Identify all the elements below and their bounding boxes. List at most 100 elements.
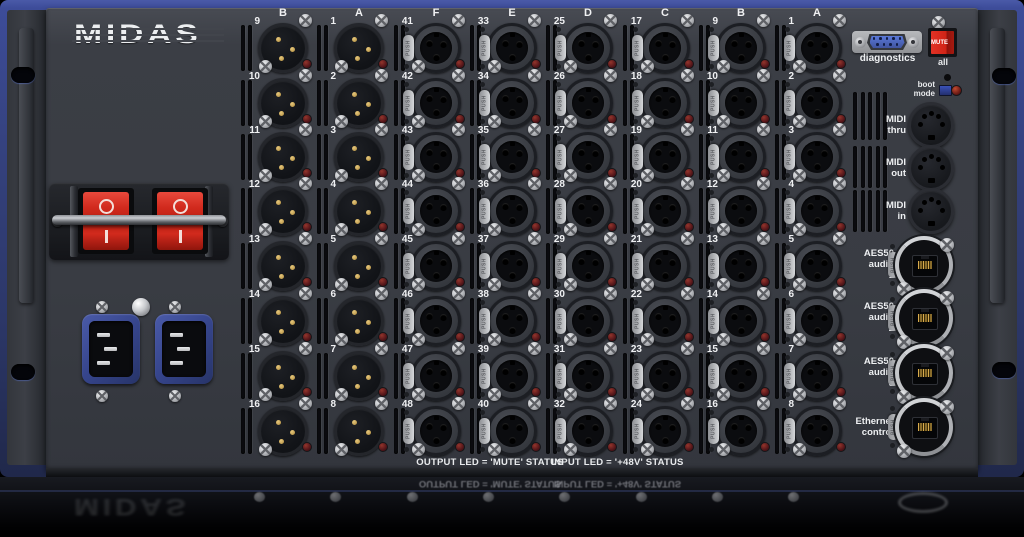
xlr-pin <box>279 274 284 279</box>
xlr-push-tab[interactable]: PUSH <box>784 308 795 334</box>
xlr-key-notch <box>815 33 820 37</box>
xlr-push-tab[interactable]: PUSH <box>479 144 490 170</box>
xlr-push-tab[interactable]: PUSH <box>555 253 566 279</box>
xlr-push-tab[interactable]: PUSH <box>403 90 414 116</box>
xlr-socket-face <box>725 32 757 64</box>
mute-all-button[interactable]: MUTE <box>931 31 954 54</box>
xlr-push-tab[interactable]: PUSH <box>632 363 643 389</box>
xlr-push-tab[interactable]: PUSH <box>632 308 643 334</box>
xlr-push-tab[interactable]: PUSH <box>708 35 719 61</box>
xlr-push-tab[interactable]: PUSH <box>708 198 719 224</box>
xlr-push-tab[interactable]: PUSH <box>403 144 414 170</box>
xlr-push-tab[interactable]: PUSH <box>632 418 643 444</box>
panel-screw <box>641 333 654 346</box>
xlr-push-tab[interactable]: PUSH <box>555 198 566 224</box>
xlr-push-tab[interactable]: PUSH <box>708 253 719 279</box>
tab-mount-hole <box>785 355 790 360</box>
vent-slot <box>699 80 703 126</box>
xlr-pin-hole <box>807 149 814 156</box>
xlr-push-tab[interactable]: PUSH <box>784 253 795 279</box>
xlr-number-label: 16 <box>234 399 260 410</box>
xlr-push-tab[interactable]: PUSH <box>784 90 795 116</box>
xlr-push-tab[interactable]: PUSH <box>632 90 643 116</box>
xlr-pin-hole <box>807 258 814 265</box>
xlr-push-tab[interactable]: PUSH <box>479 35 490 61</box>
vent-slot <box>470 134 474 180</box>
din-pin-hole <box>940 165 945 170</box>
xlr-push-tab[interactable]: PUSH <box>403 308 414 334</box>
xlr-push-tab[interactable]: PUSH <box>708 363 719 389</box>
reflection-screw <box>712 492 723 502</box>
xlr-pin-hole <box>662 272 669 279</box>
xlr-push-tab[interactable]: PUSH <box>555 35 566 61</box>
xlr-number-label: 34 <box>463 71 489 82</box>
xlr-push-tab[interactable]: PUSH <box>403 35 414 61</box>
xlr-push-tab[interactable]: PUSH <box>708 418 719 444</box>
xlr-push-tab[interactable]: PUSH <box>479 253 490 279</box>
xlr-push-tab[interactable]: PUSH <box>555 144 566 170</box>
tab-mount-hole <box>709 82 714 87</box>
tab-mount-hole <box>633 190 638 195</box>
xlr-push-tab[interactable]: PUSH <box>479 363 490 389</box>
xlr-push-tab[interactable]: PUSH <box>784 35 795 61</box>
xlr-push-tab[interactable]: PUSH <box>403 198 414 224</box>
xlr-push-tab[interactable]: PUSH <box>555 418 566 444</box>
tab-mount-hole <box>633 355 638 360</box>
iec-power-inlet-2[interactable] <box>155 314 213 384</box>
xlr-push-tab[interactable]: PUSH <box>784 144 795 170</box>
midi-din-jack[interactable] <box>908 188 954 234</box>
xlr-pin-hole <box>738 109 745 116</box>
xlr-socket-face <box>649 360 681 392</box>
xlr-push-tab[interactable]: PUSH <box>708 144 719 170</box>
recessed-reset-hole[interactable] <box>944 74 951 81</box>
xlr-push-tab[interactable]: PUSH <box>555 308 566 334</box>
xlr-push-tab[interactable]: PUSH <box>403 363 414 389</box>
midas-rear-panel: MIDAS diagnostics <box>0 0 1024 537</box>
xlr-pin-hole <box>516 96 523 103</box>
panel-screw <box>940 238 954 252</box>
xlr-push-tab[interactable]: PUSH <box>555 363 566 389</box>
xlr-push-tab[interactable]: PUSH <box>479 90 490 116</box>
xlr-push-tab[interactable]: PUSH <box>784 418 795 444</box>
panel-screw <box>375 14 388 27</box>
xlr-key-notch <box>739 88 744 92</box>
xlr-push-tab[interactable]: PUSH <box>479 418 490 444</box>
xlr-push-tab[interactable]: PUSH <box>479 198 490 224</box>
xlr-pin-hole <box>807 40 814 47</box>
midi-din-jack[interactable] <box>908 145 954 191</box>
xlr-push-tab[interactable]: PUSH <box>632 253 643 279</box>
tab-mount-hole <box>404 245 409 250</box>
midi-din-jack[interactable] <box>908 102 954 148</box>
xlr-push-tab[interactable]: PUSH <box>632 144 643 170</box>
xlr-socket-face <box>649 32 681 64</box>
panel-screw <box>641 60 654 73</box>
xlr-push-tab[interactable]: PUSH <box>479 308 490 334</box>
tab-mount-hole <box>480 64 485 69</box>
phantom-status-led <box>531 387 541 397</box>
power-on-half[interactable] <box>157 223 203 250</box>
xlr-pin-hole <box>502 313 509 320</box>
vent-slot <box>317 25 321 71</box>
xlr-pin-hole <box>578 149 585 156</box>
xlr-number-label: 31 <box>539 344 565 355</box>
xlr-key-notch <box>434 251 439 255</box>
xlr-push-tab[interactable]: PUSH <box>403 253 414 279</box>
xlr-push-tab[interactable]: PUSH <box>403 418 414 444</box>
xlr-push-tab[interactable]: PUSH <box>708 90 719 116</box>
phantom-status-led <box>607 277 617 287</box>
tab-mount-hole <box>404 27 409 32</box>
xlr-push-tab[interactable]: PUSH <box>632 198 643 224</box>
xlr-push-tab[interactable]: PUSH <box>784 363 795 389</box>
tab-mount-hole <box>633 136 638 141</box>
xlr-pin <box>352 365 357 370</box>
power-on-half[interactable] <box>83 223 129 250</box>
network-port-label: AES50 audio 3 <box>846 356 894 390</box>
panel-screw <box>375 342 388 355</box>
iec-power-inlet-1[interactable] <box>82 314 140 384</box>
xlr-push-tab[interactable]: PUSH <box>784 198 795 224</box>
panel-screw <box>412 115 425 128</box>
xlr-push-tab[interactable]: PUSH <box>555 90 566 116</box>
xlr-push-tab[interactable]: PUSH <box>632 35 643 61</box>
xlr-number-label: 27 <box>539 125 565 136</box>
xlr-push-tab[interactable]: PUSH <box>708 308 719 334</box>
